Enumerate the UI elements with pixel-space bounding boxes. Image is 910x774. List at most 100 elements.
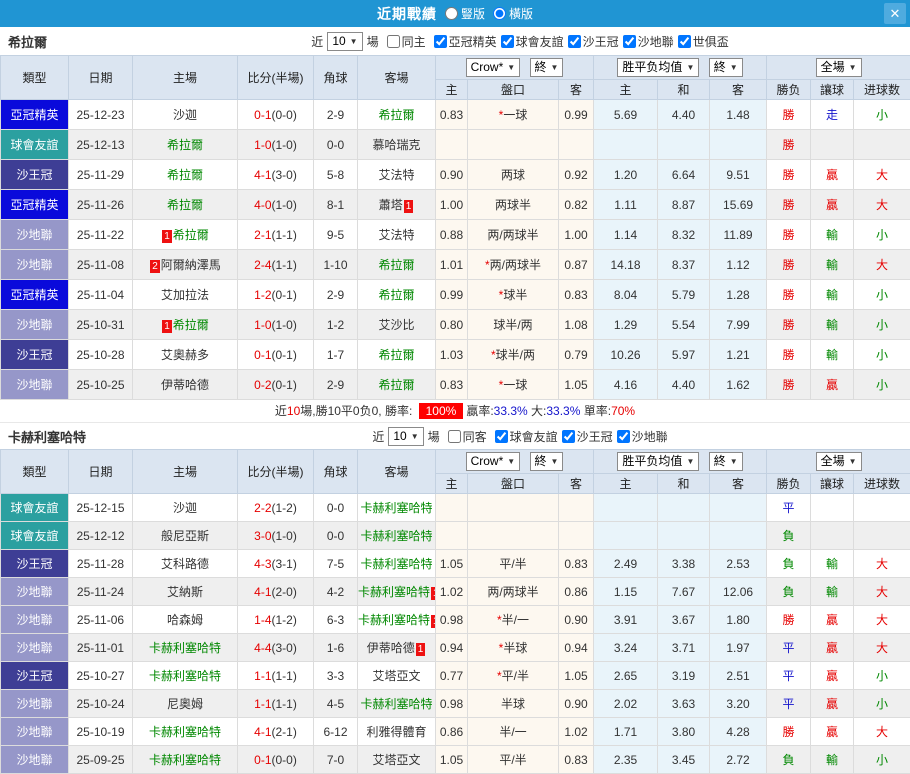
avg-odds-select[interactable]: 胜平负均值▼: [617, 58, 699, 77]
close-button[interactable]: ✕: [884, 3, 906, 24]
subcol-odds-away: 客: [559, 474, 594, 494]
league-checkbox[interactable]: [568, 35, 581, 48]
team-name-text: 艾沙比: [378, 318, 414, 332]
team-name-text: 希拉爾: [167, 198, 203, 212]
cell-score: 0-2(0-1): [238, 370, 314, 400]
team2-matches-table: 類型 日期 主場 比分(半場) 角球 客場 Crow*▼ 終▼ 胜平负均值▼ 終…: [0, 449, 910, 774]
same-away-checkbox[interactable]: [448, 430, 461, 443]
odds-company-select[interactable]: Crow*▼: [466, 452, 521, 471]
cell-handicap-result: 贏: [811, 634, 854, 662]
cell-date: 25-10-28: [69, 340, 133, 370]
cell-corners: 4-2: [314, 578, 358, 606]
cell-score: 2-2(1-2): [238, 494, 314, 522]
cell-away-team: 慕哈瑞克: [358, 130, 436, 160]
cell-result: 勝: [767, 606, 811, 634]
cell-goals-result-text: 大: [876, 725, 888, 739]
scope-select[interactable]: 全場▼: [816, 452, 862, 471]
fulltime-score: 0-2: [254, 378, 271, 392]
vertical-layout-radio[interactable]: [445, 7, 458, 20]
league-checkbox[interactable]: [678, 35, 691, 48]
halftime-score: (0-1): [272, 348, 297, 362]
league-filter: 沙王冠: [562, 428, 613, 445]
subcol-result: 勝负: [767, 80, 811, 100]
fulltime-score: 0-1: [254, 108, 271, 122]
team-name-text: 希拉爾: [173, 228, 209, 242]
cell-home-team: 希拉爾: [133, 130, 238, 160]
same-home-checkbox[interactable]: [387, 35, 400, 48]
league-checkbox[interactable]: [617, 430, 630, 443]
result-group-header: 全場▼: [767, 56, 910, 80]
cell-competition: 沙地聯: [1, 250, 69, 280]
cell-avg-away: 4.28: [710, 718, 767, 746]
cell-result: 平: [767, 690, 811, 718]
cell-competition: 亞冠精英: [1, 190, 69, 220]
cell-avg-away: 2.51: [710, 662, 767, 690]
odds-company-select[interactable]: Crow*▼: [466, 58, 521, 77]
cell-goals-result: 小: [854, 280, 910, 310]
match-row: 沙地聯25-10-25伊蒂哈德0-2(0-1)2-9希拉爾0.83*一球1.05…: [1, 370, 910, 400]
league-filter: 球會友誼: [501, 33, 564, 50]
cell-date: 25-09-25: [69, 746, 133, 774]
cell-odds-away: [559, 522, 594, 550]
league-checkbox[interactable]: [434, 35, 447, 48]
cell-handicap-result-text: 輸: [826, 228, 838, 242]
cell-home-team: 艾奧赫多: [133, 340, 238, 370]
red-card-badge: 2: [150, 260, 160, 273]
league-checkbox[interactable]: [562, 430, 575, 443]
cell-avg-draw: 7.67: [658, 578, 710, 606]
cell-handicap: 平/半: [468, 746, 559, 774]
cell-handicap-result-text: 輸: [826, 288, 838, 302]
league-checkbox[interactable]: [623, 35, 636, 48]
cell-goals-result: 大: [854, 718, 910, 746]
scope-select[interactable]: 全場▼: [816, 58, 862, 77]
cell-avg-home: 1.15: [594, 578, 658, 606]
recent-count-select[interactable]: 10▼: [388, 427, 423, 446]
cell-corners: 1-2: [314, 310, 358, 340]
recent-count-select[interactable]: 10▼: [327, 32, 362, 51]
avg-odds-select[interactable]: 胜平负均值▼: [617, 452, 699, 471]
team2-name: 卡赫利塞哈特: [8, 427, 86, 446]
match-row: 沙地聯25-11-221希拉爾2-1(1-1)9-5艾法特0.88两/两球半1.…: [1, 220, 910, 250]
team-name-text: 希拉爾: [167, 138, 203, 152]
handicap-star: *: [499, 288, 504, 302]
league-checkbox[interactable]: [501, 35, 514, 48]
league-filter: 世俱盃: [678, 33, 729, 50]
horizontal-layout-radio[interactable]: [493, 7, 506, 20]
team-name-text: 艾加拉法: [161, 288, 209, 302]
final-avg-select[interactable]: 終▼: [709, 452, 743, 471]
cell-goals-result-text: 大: [876, 198, 888, 212]
cell-score: 2-1(1-1): [238, 220, 314, 250]
cell-handicap: [468, 494, 559, 522]
final-avg-select[interactable]: 終▼: [709, 58, 743, 77]
league-checkbox[interactable]: [495, 430, 508, 443]
cell-date: 25-11-26: [69, 190, 133, 220]
league-filter: 沙王冠: [568, 33, 619, 50]
league-label: 世俱盃: [693, 33, 729, 50]
match-row: 沙地聯25-11-01卡赫利塞哈特4-4(3-0)1-6伊蒂哈德10.94*半球…: [1, 634, 910, 662]
cell-avg-home: 8.04: [594, 280, 658, 310]
team-name-text: 蕭塔: [379, 198, 403, 212]
match-row: 沙地聯25-09-25卡赫利塞哈特0-1(0-0)7-0艾塔亞文1.05平/半0…: [1, 746, 910, 774]
final-odds-select[interactable]: 終▼: [530, 452, 564, 471]
cell-date: 25-11-08: [69, 250, 133, 280]
cell-corners: 4-5: [314, 690, 358, 718]
matches-label: 場: [428, 428, 440, 445]
cell-date: 25-12-15: [69, 494, 133, 522]
cell-date: 25-11-04: [69, 280, 133, 310]
halftime-score: (3-1): [272, 557, 297, 571]
cell-competition: 沙地聯: [1, 606, 69, 634]
cell-away-team: 艾塔亞文: [358, 662, 436, 690]
chevron-down-icon: ▼: [507, 454, 515, 469]
cell-home-team: 卡赫利塞哈特: [133, 746, 238, 774]
cell-home-team: 沙迦: [133, 494, 238, 522]
red-card-badge: 1: [162, 230, 172, 243]
team-name-text: 卡赫利塞哈特: [358, 613, 430, 627]
cell-result-text: 勝: [783, 318, 795, 332]
summary-part: 100%: [419, 403, 464, 419]
cell-result: 勝: [767, 100, 811, 130]
cell-odds-home: 0.83: [436, 100, 468, 130]
cell-odds-away: 0.90: [559, 606, 594, 634]
team-name-text: 哈森姆: [167, 613, 203, 627]
cell-result: 勝: [767, 340, 811, 370]
final-odds-select[interactable]: 終▼: [530, 58, 564, 77]
